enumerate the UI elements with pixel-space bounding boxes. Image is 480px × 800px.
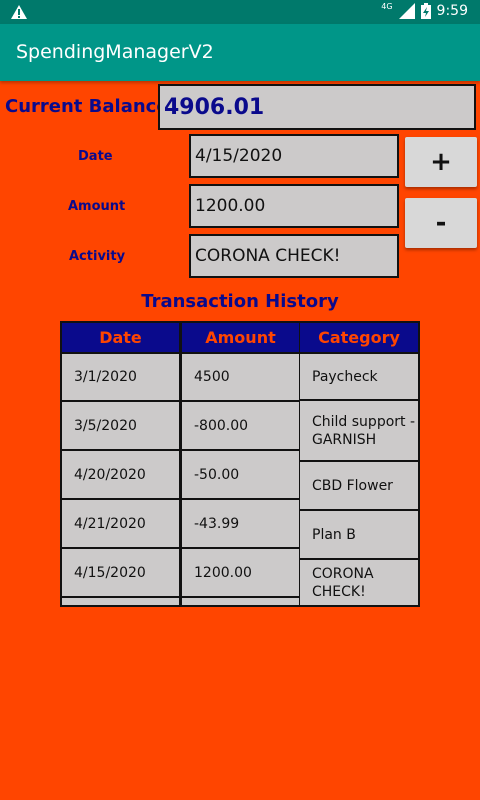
app-bar: SpendingManagerV2 — [0, 24, 480, 81]
table-cell-amount[interactable]: -43.99 — [182, 500, 299, 547]
app-title: SpendingManagerV2 — [16, 41, 214, 63]
table-cell-partial — [62, 598, 179, 605]
date-input-value: 4/15/2020 — [195, 146, 283, 166]
clock: 9:59 — [436, 3, 468, 19]
status-bar: 4G 9:59 — [0, 0, 480, 24]
activity-input[interactable]: CORONA CHECK! — [189, 234, 399, 278]
current-balance-field: 4906.01 — [158, 84, 476, 130]
date-input[interactable]: 4/15/2020 — [189, 134, 399, 178]
table-cell-date[interactable]: 4/20/2020 — [62, 451, 179, 498]
transaction-table[interactable]: Date 3/1/2020 3/5/2020 4/20/2020 4/21/20… — [60, 321, 420, 607]
table-cell-amount[interactable]: 4500 — [182, 354, 299, 400]
signal-icon — [398, 3, 415, 19]
add-button[interactable]: + — [405, 137, 477, 187]
amount-column: Amount 4500 -800.00 -50.00 -43.99 1200.0… — [180, 321, 299, 607]
table-cell-category[interactable]: Plan B — [300, 511, 418, 558]
amount-header: Amount — [182, 323, 299, 352]
activity-label: Activity — [69, 249, 126, 264]
current-balance-value: 4906.01 — [164, 95, 265, 120]
network-type-label: 4G — [381, 1, 393, 11]
date-column: Date 3/1/2020 3/5/2020 4/20/2020 4/21/20… — [60, 321, 179, 607]
category-header: Category — [300, 323, 418, 352]
table-cell-date[interactable]: 4/21/2020 — [62, 500, 179, 547]
table-cell-category[interactable]: CBD Flower — [300, 462, 418, 509]
transaction-history-title: Transaction History — [141, 291, 339, 312]
activity-input-value: CORONA CHECK! — [195, 246, 341, 266]
date-label: Date — [78, 149, 113, 164]
current-balance-label: Current Balance: — [5, 96, 176, 117]
amount-label: Amount — [68, 199, 126, 214]
amount-input-value: 1200.00 — [195, 196, 266, 216]
table-cell-category[interactable]: CORONA CHECK! — [300, 560, 418, 605]
amount-input[interactable]: 1200.00 — [189, 184, 399, 228]
table-cell-category[interactable]: Paycheck — [300, 354, 418, 399]
table-cell-amount[interactable]: -50.00 — [182, 451, 299, 498]
table-cell-date[interactable]: 4/15/2020 — [62, 549, 179, 596]
warning-icon — [11, 5, 27, 19]
date-header: Date — [62, 323, 179, 352]
subtract-button[interactable]: - — [405, 198, 477, 248]
table-cell-date[interactable]: 3/5/2020 — [62, 402, 179, 449]
table-cell-category[interactable]: Child support - GARNISH — [300, 401, 418, 460]
table-cell-partial — [182, 598, 299, 605]
battery-charging-icon — [420, 3, 431, 19]
table-cell-amount[interactable]: 1200.00 — [182, 549, 299, 596]
table-cell-amount[interactable]: -800.00 — [182, 402, 299, 449]
category-column: Category Paycheck Child support - GARNIS… — [300, 321, 420, 607]
table-cell-date[interactable]: 3/1/2020 — [62, 354, 179, 400]
